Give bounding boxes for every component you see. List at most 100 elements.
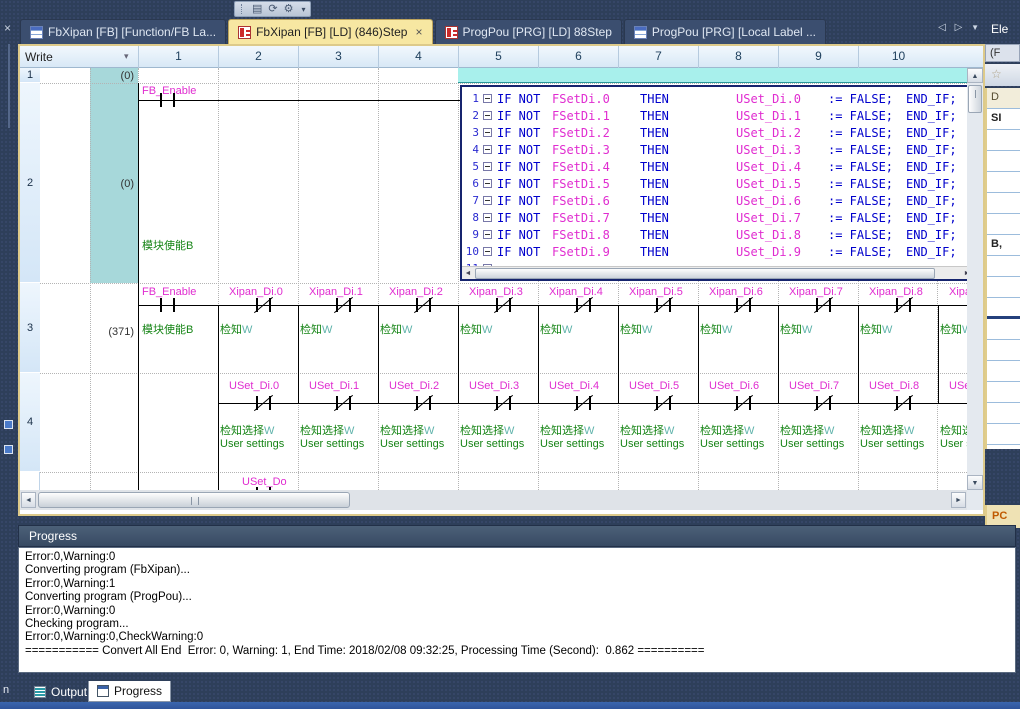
fold-minus-icon[interactable]	[483, 179, 492, 188]
row-number-cell[interactable]: 3	[20, 283, 40, 373]
st-code-line[interactable]: 9 IF NOT FSetDi.8 THEN USet_Di.8 := FALS…	[462, 226, 967, 243]
nc-contact[interactable]: Xipan_Di.0 检知W	[218, 283, 298, 373]
dock-button-icon[interactable]	[4, 445, 13, 454]
no-contact-symbol[interactable]	[160, 298, 162, 312]
element-list-row[interactable]	[987, 361, 1020, 382]
tab-list-icon[interactable]: ▼	[971, 23, 982, 32]
st-horizontal-scrollbar[interactable]: ◄ ►	[462, 266, 967, 279]
row-number-cell[interactable]: 4	[20, 373, 40, 472]
fold-minus-icon[interactable]	[483, 196, 492, 205]
element-list-row[interactable]	[987, 214, 1020, 235]
device-label[interactable]: FB_Enable	[142, 85, 196, 97]
inline-st-editor[interactable]: 1 IF NOT FSetDi.0 THEN USet_Di.0 := FALS…	[460, 85, 967, 281]
st-code-line[interactable]: 1 IF NOT FSetDi.0 THEN USet_Di.0 := FALS…	[462, 90, 967, 107]
scroll-right-icon[interactable]: ►	[951, 492, 966, 508]
element-list-row[interactable]	[987, 298, 1020, 319]
nc-contact[interactable]: Xipan_Di.2 检知W	[378, 283, 458, 373]
scroll-left-icon[interactable]: ◄	[462, 268, 474, 279]
element-list-row[interactable]: D	[987, 88, 1020, 109]
st-code-line[interactable]: 3 IF NOT FSetDi.2 THEN USet_Di.2 := FALS…	[462, 124, 967, 141]
element-list-row[interactable]	[987, 277, 1020, 298]
st-code-line[interactable]: 4 IF NOT FSetDi.3 THEN USet_Di.3 := FALS…	[462, 141, 967, 158]
element-list-row[interactable]	[987, 193, 1020, 214]
tab-prev-icon[interactable]: ◁	[938, 22, 949, 33]
nc-contact[interactable]: USet_Di.9 检知选择W User settings	[938, 373, 967, 472]
favorite-star-icon[interactable]: ☆	[991, 67, 1002, 81]
nc-contact[interactable]: USet_Di.7 检知选择W User settings	[778, 373, 858, 472]
element-list-row[interactable]	[987, 172, 1020, 193]
close-icon[interactable]: ×	[4, 22, 11, 34]
element-list-row[interactable]: SI	[987, 109, 1020, 130]
tab-progpou-ld[interactable]: ProgPou [PRG] [LD] 88Step	[435, 19, 622, 44]
toolbar-overflow-icon[interactable]: ▾	[302, 5, 306, 14]
device-label[interactable]: USet_Do	[242, 476, 287, 488]
scrollbar-thumb[interactable]	[38, 492, 350, 508]
element-list-row[interactable]	[987, 130, 1020, 151]
progress-panel-title[interactable]: Progress	[18, 525, 1016, 547]
st-code-line[interactable]: 7 IF NOT FSetDi.6 THEN USet_Di.6 := FALS…	[462, 192, 967, 209]
row-number-cell[interactable]: 2	[20, 83, 40, 283]
fold-minus-icon[interactable]	[483, 111, 492, 120]
dock-button-icon[interactable]	[4, 420, 13, 429]
fold-minus-icon[interactable]	[483, 128, 492, 137]
nc-contact[interactable]: USet_Di.2 检知选择W User settings	[378, 373, 458, 472]
element-list-row[interactable]	[987, 340, 1020, 361]
chevron-down-icon[interactable]: ▾	[124, 51, 129, 62]
nc-contact[interactable]: USet_Di.0 检知选择W User settings	[218, 373, 298, 472]
no-contact-symbol[interactable]	[173, 93, 175, 107]
refresh-doc-icon[interactable]: ⟳	[268, 3, 277, 15]
selected-cell-highlight[interactable]	[458, 68, 967, 83]
vertical-scrollbar[interactable]: ▲ ▼	[967, 68, 983, 490]
tab-progpou-local-label[interactable]: ProgPou [PRG] [Local Label ...	[624, 19, 826, 44]
fold-minus-icon[interactable]	[483, 145, 492, 154]
nc-contact[interactable]: Xipan_Di.1 检知W	[298, 283, 378, 373]
nc-contact[interactable]: Xipan_Di.6 检知W	[698, 283, 778, 373]
nc-contact[interactable]: Xipan_Di.9 检知W	[938, 283, 967, 373]
nc-contact[interactable]: Xipan_Di.5 检知W	[618, 283, 698, 373]
element-list-row[interactable]	[987, 403, 1020, 424]
scroll-down-icon[interactable]: ▼	[967, 475, 983, 490]
ladder-grid[interactable]: 1234 (0) (0) (371) FB_Enable 模块使能B	[20, 68, 967, 490]
nc-contact[interactable]: USet_Di.3 检知选择W User settings	[458, 373, 538, 472]
st-code-line[interactable]: 10 IF NOT FSetDi.9 THEN USet_Di.9 := FAL…	[462, 243, 967, 260]
fold-minus-icon[interactable]	[483, 230, 492, 239]
nc-contact[interactable]: Xipan_Di.3 检知W	[458, 283, 538, 373]
toolbar-grip[interactable]	[241, 4, 244, 14]
tab-fbxipan-ld-active[interactable]: FbXipan [FB] [LD] (846)Step ×	[228, 19, 432, 44]
element-list-row[interactable]	[987, 382, 1020, 403]
tab-fbxipan-fb-label[interactable]: FbXipan [FB] [Function/FB La...	[20, 19, 226, 44]
no-contact-symbol[interactable]	[173, 298, 175, 312]
scrollbar-thumb[interactable]	[475, 268, 935, 279]
tab-progress-active[interactable]: Progress	[88, 681, 171, 702]
window-icon[interactable]: ▤	[252, 3, 262, 15]
nc-contact[interactable]: Xipan_Di.8 检知W	[858, 283, 938, 373]
row-number-cell[interactable]: 1	[20, 68, 40, 83]
scroll-up-icon[interactable]: ▲	[967, 68, 983, 83]
fold-minus-icon[interactable]	[483, 94, 492, 103]
user-gear-icon[interactable]: ⚙	[284, 3, 294, 15]
device-label[interactable]: FB_Enable	[142, 286, 196, 298]
scroll-left-icon[interactable]: ◄	[21, 492, 36, 508]
horizontal-scrollbar[interactable]: ◄ ►	[20, 490, 967, 510]
nc-contact[interactable]: USet_Di.8 检知选择W User settings	[858, 373, 938, 472]
element-filter-input[interactable]: (F	[985, 44, 1020, 62]
element-list-row[interactable]	[987, 151, 1020, 172]
fold-minus-icon[interactable]	[483, 213, 492, 222]
scrollbar-thumb[interactable]	[968, 85, 982, 113]
nc-contact[interactable]: USet_Di.1 检知选择W User settings	[298, 373, 378, 472]
fold-minus-icon[interactable]	[483, 247, 492, 256]
nc-contact[interactable]: USet_Di.4 检知选择W User settings	[538, 373, 618, 472]
nc-contact[interactable]: Xipan_Di.7 检知W	[778, 283, 858, 373]
st-code-line[interactable]: 5 IF NOT FSetDi.4 THEN USet_Di.4 := FALS…	[462, 158, 967, 175]
nc-contact[interactable]: USet_Di.6 检知选择W User settings	[698, 373, 778, 472]
element-list-row[interactable]	[987, 424, 1020, 445]
element-list-row[interactable]: B,	[987, 235, 1020, 256]
close-icon[interactable]: ×	[415, 26, 422, 38]
tab-next-icon[interactable]: ▷	[955, 22, 966, 33]
st-code-line[interactable]: 8 IF NOT FSetDi.7 THEN USet_Di.7 := FALS…	[462, 209, 967, 226]
element-list-row[interactable]	[987, 256, 1020, 277]
no-contact-symbol[interactable]	[160, 93, 162, 107]
st-code-line[interactable]: 6 IF NOT FSetDi.5 THEN USet_Di.5 := FALS…	[462, 175, 967, 192]
nc-contact[interactable]: USet_Di.5 检知选择W User settings	[618, 373, 698, 472]
nc-contact[interactable]: Xipan_Di.4 检知W	[538, 283, 618, 373]
